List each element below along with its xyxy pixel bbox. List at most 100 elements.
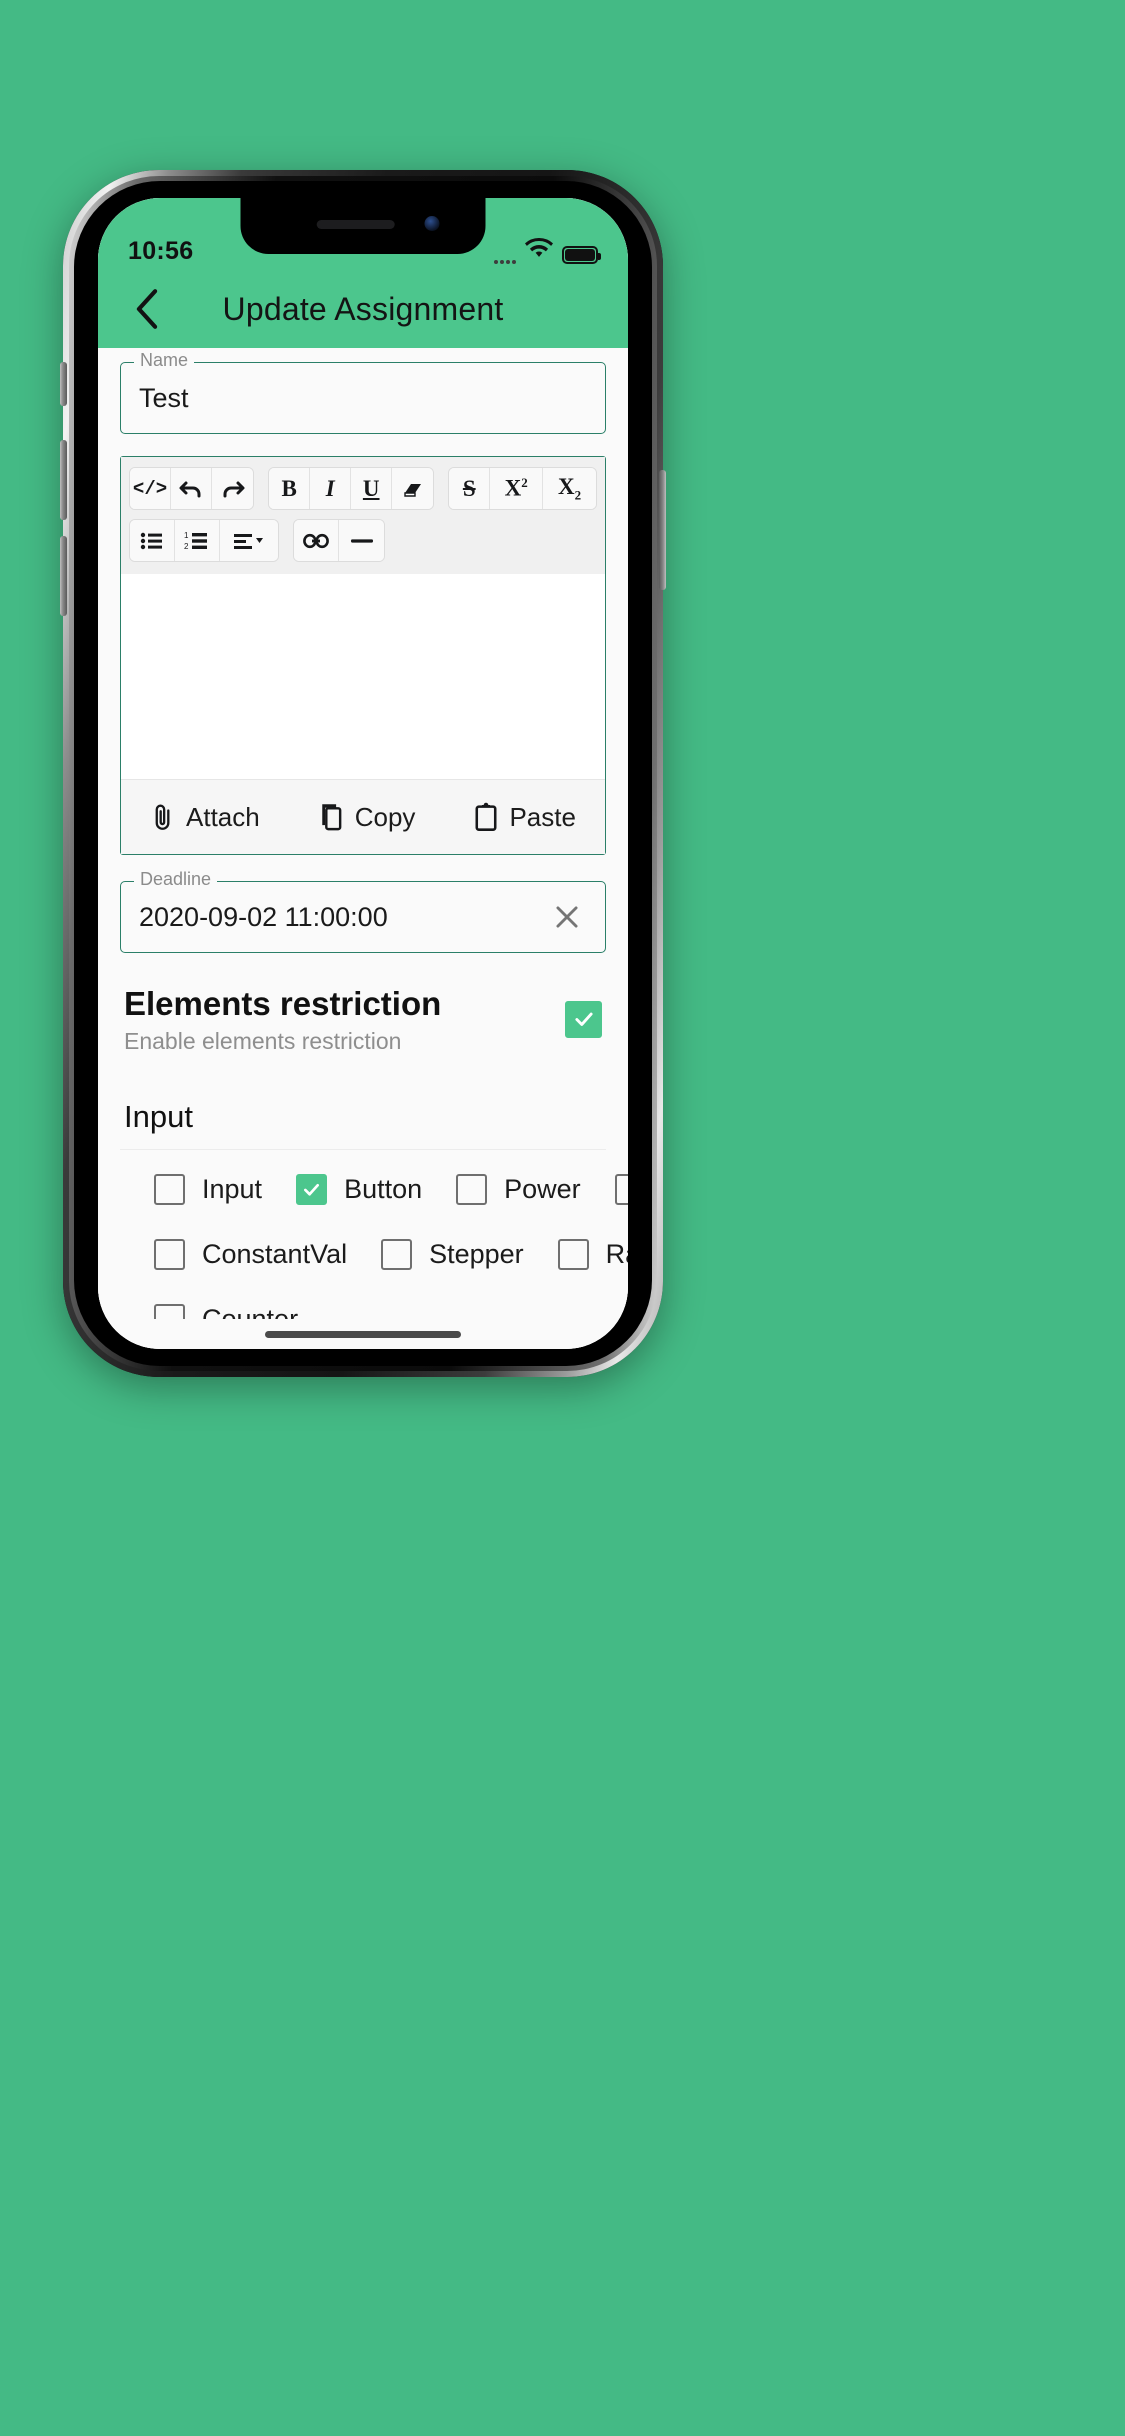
code-icon[interactable]: </> (130, 468, 172, 509)
copy-icon (322, 804, 342, 831)
phone-screen: 10:56 Update Assignment Name Test </> B … (98, 198, 628, 1349)
checkbox-label-input: Input (202, 1174, 263, 1205)
checkbox-item-button[interactable]: Button (296, 1174, 423, 1206)
checkbox-ground[interactable] (614, 1174, 628, 1206)
input-section: Input Input Button Power ConstantVal Ste… (98, 1077, 628, 1319)
editor-body[interactable] (121, 574, 605, 779)
checkbox-item-power[interactable]: Power (456, 1174, 581, 1206)
checkbox-label-constantval: ConstantVal (202, 1239, 348, 1270)
eraser-icon[interactable] (392, 468, 434, 509)
svg-text:1: 1 (184, 531, 189, 540)
numbered-list-icon[interactable]: 1 2 (175, 520, 220, 561)
checkbox-label-button: Button (344, 1174, 423, 1205)
checkbox-item-counter[interactable]: Counter (154, 1304, 298, 1319)
paperclip-icon (155, 804, 170, 830)
editor-toolbar: </> B I U S X2 X2 1 2 (121, 457, 605, 574)
status-bar: 10:56 (98, 198, 628, 270)
copy-button[interactable]: Copy (318, 801, 416, 833)
toolbar-group-insert (293, 519, 385, 562)
checkbox-counter[interactable] (154, 1304, 185, 1319)
device-notch (240, 198, 486, 254)
elements-restriction-row[interactable]: Elements restriction Enable elements res… (98, 953, 628, 1077)
close-x-icon (556, 906, 578, 928)
superscript-icon[interactable]: X2 (490, 468, 544, 509)
status-bar-indicators (494, 237, 601, 264)
redo-icon[interactable] (212, 468, 254, 509)
editor-action-bar: Attach Copy Paste (121, 779, 605, 854)
subscript-icon[interactable]: X2 (543, 468, 596, 509)
checkbox-item-stepper[interactable]: Stepper (381, 1239, 524, 1271)
deadline-field-box[interactable]: 2020-09-02 11:00:00 (120, 881, 606, 953)
checkbox-label-counter: Counter (202, 1304, 298, 1319)
power-button[interactable] (659, 470, 666, 590)
checkbox-item-random[interactable]: Random (557, 1239, 628, 1271)
volume-up-button[interactable] (60, 440, 67, 520)
input-checkbox-row-3: Counter (98, 1304, 628, 1319)
editor-toolbar-row-2: 1 2 (129, 519, 597, 562)
deadline-clear-button[interactable] (547, 897, 587, 937)
svg-text:2: 2 (184, 542, 189, 551)
checkbox-constantval[interactable] (154, 1239, 185, 1271)
editor-toolbar-row-1: </> B I U S X2 X2 (129, 467, 598, 510)
name-input[interactable]: Test (139, 383, 587, 414)
bold-icon[interactable]: B (269, 468, 311, 509)
app-bar: Update Assignment (98, 270, 628, 348)
checkbox-button[interactable] (296, 1174, 328, 1206)
checkbox-item-constantval[interactable]: ConstantVal (154, 1239, 348, 1271)
name-field-box[interactable]: Test (120, 362, 606, 434)
home-indicator-bar[interactable] (265, 1330, 461, 1338)
silent-switch[interactable] (60, 362, 67, 406)
paste-label: Paste (509, 801, 576, 832)
wifi-icon (525, 237, 553, 264)
elements-restriction-text: Elements restriction Enable elements res… (124, 983, 441, 1055)
signal-dots-icon (494, 251, 516, 264)
paste-button[interactable]: Paste (473, 802, 576, 833)
toolbar-group-script: S X2 X2 (448, 467, 598, 510)
horizontal-rule-icon[interactable] (339, 520, 384, 561)
check-icon (574, 1012, 593, 1027)
checkbox-input[interactable] (154, 1174, 185, 1206)
checkbox-power[interactable] (456, 1174, 488, 1206)
chevron-left-icon (136, 289, 158, 329)
strikethrough-icon[interactable]: S (449, 468, 491, 509)
copy-label: Copy (354, 801, 416, 832)
volume-down-button[interactable] (60, 536, 67, 616)
elements-restriction-checkbox[interactable] (565, 1000, 602, 1038)
checkbox-item-input[interactable]: Input (154, 1174, 263, 1206)
elements-restriction-subtitle: Enable elements restriction (124, 1028, 402, 1055)
input-checkbox-grid: Input Button Power ConstantVal Stepper R (98, 1150, 628, 1319)
home-indicator-area (98, 1319, 628, 1349)
toolbar-group-history: </> (129, 467, 255, 510)
checkbox-random[interactable] (557, 1239, 589, 1271)
checkbox-label-random: Random (605, 1239, 628, 1270)
app-root: 10:56 Update Assignment Name Test </> B … (98, 198, 628, 1349)
italic-icon[interactable]: I (310, 468, 352, 509)
align-dropdown-icon[interactable] (220, 520, 278, 561)
undo-icon[interactable] (171, 468, 213, 509)
deadline-field-label: Deadline (134, 870, 218, 888)
name-field[interactable]: Name Test (120, 351, 606, 434)
earpiece-speaker (316, 220, 395, 229)
status-bar-time: 10:56 (128, 237, 194, 265)
battery-full-icon (562, 246, 601, 264)
link-icon[interactable] (294, 520, 339, 561)
bullet-list-icon[interactable] (130, 520, 175, 561)
attach-button[interactable]: Attach (150, 802, 260, 833)
name-field-label: Name (134, 351, 195, 369)
attach-label: Attach (186, 801, 260, 832)
back-button[interactable] (124, 286, 170, 332)
clipboard-icon (475, 802, 497, 831)
input-checkbox-row-2: ConstantVal Stepper R (98, 1239, 628, 1271)
rich-text-editor: </> B I U S X2 X2 1 2 Attach Copy Paste (120, 456, 606, 855)
checkbox-label-stepper: Stepper (429, 1239, 524, 1270)
form-content: Name Test </> B I U S X2 X2 1 2 Attach C… (98, 348, 628, 1319)
deadline-input[interactable]: 2020-09-02 11:00:00 (139, 902, 547, 933)
toolbar-group-list: 1 2 (129, 519, 279, 562)
toolbar-group-style: B I U (268, 467, 435, 510)
front-camera (424, 216, 440, 231)
checkbox-item-ground[interactable]: Ground (614, 1174, 628, 1206)
deadline-field[interactable]: Deadline 2020-09-02 11:00:00 (120, 870, 606, 953)
page-title: Update Assignment (222, 290, 504, 327)
underline-icon[interactable]: U (351, 468, 393, 509)
checkbox-stepper[interactable] (381, 1239, 413, 1271)
